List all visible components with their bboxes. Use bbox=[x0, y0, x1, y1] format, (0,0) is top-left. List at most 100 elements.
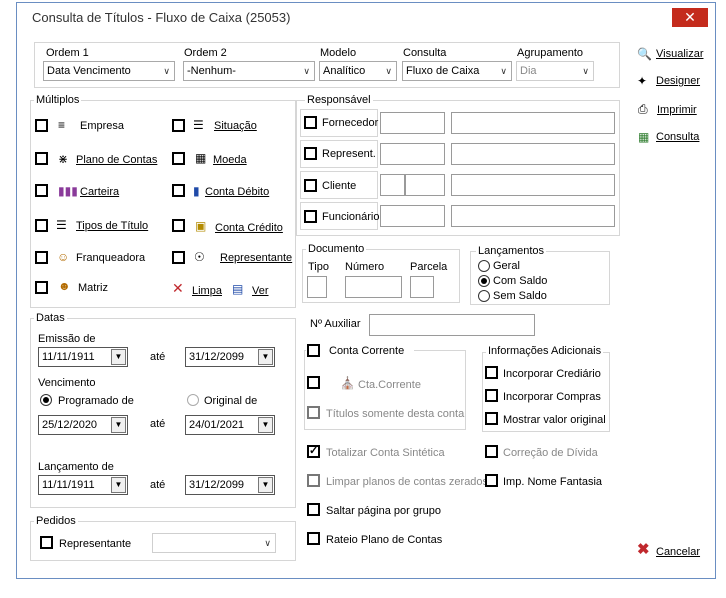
dropdown-arrow-icon[interactable]: ▼ bbox=[111, 477, 126, 493]
parcela-input[interactable] bbox=[410, 276, 434, 298]
totalizar-checkbox[interactable] bbox=[307, 445, 320, 458]
modelo-select[interactable]: Analítico ∨ bbox=[319, 61, 397, 81]
matriz-checkbox[interactable] bbox=[35, 281, 48, 294]
vencimento-from-date[interactable]: 25/12/2020 ▼ bbox=[38, 415, 128, 435]
funcionario-code-input[interactable] bbox=[380, 205, 445, 227]
dropdown-arrow-icon[interactable]: ▼ bbox=[258, 349, 273, 365]
close-button[interactable]: ✕ bbox=[672, 8, 708, 27]
agrupamento-select[interactable]: Dia ∨ bbox=[516, 61, 594, 81]
dropdown-arrow-icon[interactable]: ▼ bbox=[258, 477, 273, 493]
conta-credito-checkbox[interactable] bbox=[172, 219, 185, 232]
plano-label: Plano de Contas bbox=[76, 154, 158, 166]
designer-icon: ✦ bbox=[637, 74, 648, 88]
designer-button[interactable]: Designer bbox=[656, 75, 700, 87]
fornecedor-code-input[interactable] bbox=[380, 112, 445, 134]
crediario-checkbox[interactable] bbox=[485, 366, 498, 379]
vencimento-from-value: 25/12/2020 bbox=[42, 419, 98, 431]
visualizar-button[interactable]: Visualizar bbox=[656, 48, 704, 60]
geral-radio[interactable] bbox=[478, 260, 490, 272]
carteira-checkbox[interactable] bbox=[35, 184, 48, 197]
consulta-select[interactable]: Fluxo de Caixa ∨ bbox=[402, 61, 512, 81]
cliente-code-input[interactable] bbox=[405, 174, 445, 196]
original-label: Original de bbox=[204, 395, 258, 407]
fornecedor-name-input[interactable] bbox=[451, 112, 615, 134]
mostrar-checkbox[interactable] bbox=[485, 412, 498, 425]
cta-corrente-button[interactable]: Cta.Corrente bbox=[358, 379, 421, 391]
tipos-checkbox[interactable] bbox=[35, 219, 48, 232]
funcionario-label: Funcionário bbox=[322, 211, 380, 223]
pedidos-representante-checkbox[interactable] bbox=[40, 536, 53, 549]
globe-person-icon: ☉ bbox=[194, 250, 205, 264]
representante-checkbox[interactable] bbox=[172, 251, 185, 264]
rateio-checkbox[interactable] bbox=[307, 532, 320, 545]
window-title: Consulta de Títulos - Fluxo de Caixa (25… bbox=[32, 10, 291, 25]
saltar-checkbox[interactable] bbox=[307, 503, 320, 516]
ordem1-select[interactable]: Data Vencimento ∨ bbox=[43, 61, 175, 81]
imp-nome-checkbox[interactable] bbox=[485, 474, 498, 487]
nro-auxiliar-input[interactable] bbox=[369, 314, 535, 336]
consulta-button[interactable]: Consulta bbox=[656, 131, 699, 143]
ordem2-select[interactable]: -Nenhum- ∨ bbox=[183, 61, 315, 81]
somente-conta-label: Títulos somente desta conta bbox=[326, 408, 465, 420]
consulta-label: Consulta bbox=[403, 47, 447, 59]
cta-corrente-checkbox[interactable] bbox=[307, 376, 320, 389]
documento-title: Documento bbox=[306, 243, 367, 255]
dropdown-arrow-icon[interactable]: ▼ bbox=[111, 349, 126, 365]
datas-title: Datas bbox=[34, 312, 67, 324]
funcionario-checkbox[interactable] bbox=[304, 210, 317, 223]
limpar-checkbox[interactable] bbox=[307, 474, 320, 487]
nro-auxiliar-label: Nº Auxiliar bbox=[310, 318, 361, 330]
plano-checkbox[interactable] bbox=[35, 152, 48, 165]
emissao-to-date[interactable]: 31/12/2099 ▼ bbox=[185, 347, 275, 367]
limpar-label: Limpar planos de contas zerados bbox=[326, 476, 489, 488]
cliente-name-input[interactable] bbox=[451, 174, 615, 196]
dropdown-arrow-icon[interactable]: ▼ bbox=[258, 417, 273, 433]
imp-nome-label: Imp. Nome Fantasia bbox=[503, 476, 603, 488]
vencimento-to-date[interactable]: 24/01/2021 ▼ bbox=[185, 415, 275, 435]
window-icon: ▤ bbox=[232, 282, 244, 296]
represent-name-input[interactable] bbox=[451, 143, 615, 165]
com-saldo-radio[interactable] bbox=[478, 275, 490, 287]
numero-label: Número bbox=[345, 261, 385, 273]
situacao-label: Situação bbox=[214, 120, 257, 132]
original-radio[interactable] bbox=[187, 394, 199, 406]
pedidos-representante-select[interactable]: ∨ bbox=[152, 533, 276, 553]
conta-corrente-checkbox[interactable] bbox=[307, 344, 320, 357]
numero-input[interactable] bbox=[345, 276, 402, 298]
franqueadora-checkbox[interactable] bbox=[35, 251, 48, 264]
tipo-input[interactable] bbox=[307, 276, 327, 298]
funcionario-name-input[interactable] bbox=[451, 205, 615, 227]
moeda-checkbox[interactable] bbox=[172, 152, 185, 165]
compras-checkbox[interactable] bbox=[485, 389, 498, 402]
chevron-down-icon: ∨ bbox=[303, 66, 310, 76]
saltar-label: Saltar página por grupo bbox=[326, 505, 441, 517]
limpa-button[interactable]: Limpa bbox=[192, 285, 222, 297]
tree-icon: ⋇ bbox=[58, 152, 69, 166]
emissao-from-date[interactable]: 11/11/1911 ▼ bbox=[38, 347, 128, 367]
situacao-checkbox[interactable] bbox=[172, 119, 185, 132]
cliente-checkbox[interactable] bbox=[304, 179, 317, 192]
empresa-checkbox[interactable] bbox=[35, 119, 48, 132]
lancamento-to-date[interactable]: 31/12/2099 ▼ bbox=[185, 475, 275, 495]
represent-code-input[interactable] bbox=[380, 143, 445, 165]
sem-saldo-radio[interactable] bbox=[478, 290, 490, 302]
conta-corrente-title: Conta Corrente bbox=[329, 345, 405, 357]
correcao-checkbox[interactable] bbox=[485, 445, 498, 458]
represent-checkbox[interactable] bbox=[304, 147, 317, 160]
fornecedor-checkbox[interactable] bbox=[304, 116, 317, 129]
somente-conta-checkbox[interactable] bbox=[307, 406, 320, 419]
imprimir-button[interactable]: Imprimir bbox=[657, 104, 697, 116]
lancamento-from-date[interactable]: 11/11/1911 ▼ bbox=[38, 475, 128, 495]
programado-radio[interactable] bbox=[40, 394, 52, 406]
cancelar-button[interactable]: Cancelar bbox=[656, 546, 700, 558]
dropdown-arrow-icon[interactable]: ▼ bbox=[111, 417, 126, 433]
modelo-value: Analítico bbox=[323, 65, 366, 77]
conta-debito-checkbox[interactable] bbox=[172, 184, 185, 197]
list-icon: ☰ bbox=[193, 118, 204, 132]
agrupamento-value: Dia bbox=[520, 65, 537, 77]
hierarchy-icon: ≡ bbox=[58, 118, 66, 132]
chevron-down-icon: ∨ bbox=[500, 66, 507, 76]
ver-button[interactable]: Ver bbox=[252, 285, 269, 297]
cliente-prefix-input[interactable] bbox=[380, 174, 405, 196]
matriz-label: Matriz bbox=[78, 282, 108, 294]
